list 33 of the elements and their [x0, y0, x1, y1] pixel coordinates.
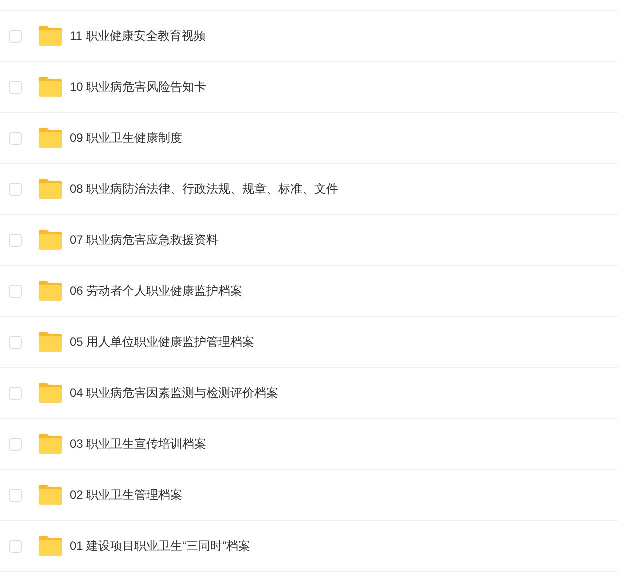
checkbox[interactable]: [9, 284, 22, 298]
checkbox[interactable]: [9, 80, 22, 94]
folder-name[interactable]: 11 职业健康安全教育视频: [70, 28, 206, 44]
folder-icon: [38, 178, 63, 200]
folder-icon: [38, 229, 63, 251]
folder-icon: [38, 535, 63, 557]
checkbox[interactable]: [9, 540, 22, 552]
checkbox[interactable]: [9, 182, 22, 196]
folder-name[interactable]: 06 劳动者个人职业健康监护档案: [70, 282, 243, 300]
folder-name[interactable]: 05 用人单位职业健康监护管理档案: [70, 334, 255, 350]
folder-name[interactable]: 01 建设项目职业卫生“三同时”档案: [70, 538, 251, 554]
folder-icon: [38, 484, 63, 506]
folder-icon: [38, 331, 63, 353]
checkbox[interactable]: [9, 234, 22, 246]
checkbox[interactable]: [9, 438, 22, 450]
checkbox[interactable]: [9, 132, 22, 144]
checkbox[interactable]: [9, 488, 22, 502]
folder-icon: [38, 382, 63, 404]
folder-icon: [38, 280, 63, 302]
folder-icon: [38, 433, 63, 455]
checkbox[interactable]: [9, 336, 22, 348]
folder-name[interactable]: 10 职业病危害风险告知卡: [70, 78, 207, 96]
folder-icon: [38, 127, 63, 149]
folder-name[interactable]: 07 职业病危害应急救援资料: [70, 232, 219, 248]
checkbox[interactable]: [9, 30, 22, 42]
checkbox[interactable]: [9, 386, 22, 400]
folder-icon: [38, 76, 63, 98]
folder-name[interactable]: 08 职业病防治法律、行政法规、规章、标准、文件: [70, 180, 339, 198]
folder-name[interactable]: 03 职业卫生宣传培训档案: [70, 436, 207, 452]
folder-name[interactable]: 04 职业病危害因素监测与检测评价档案: [70, 384, 279, 402]
folder-name[interactable]: 02 职业卫生管理档案: [70, 486, 183, 504]
folder-icon: [38, 25, 63, 47]
folder-name[interactable]: 09 职业卫生健康制度: [70, 130, 183, 146]
